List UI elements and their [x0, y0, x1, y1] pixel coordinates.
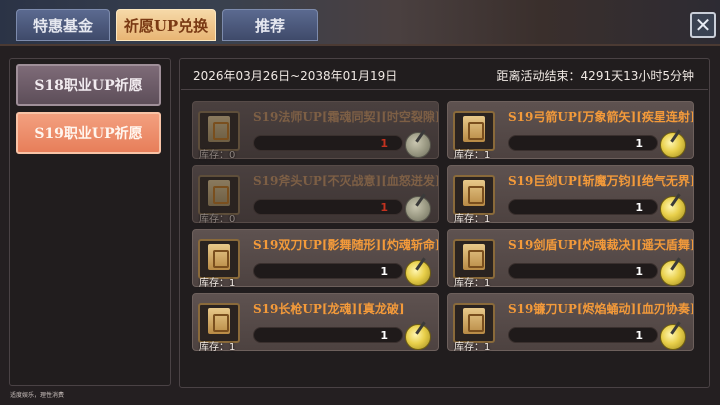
stock-count: 库存：1 — [454, 150, 491, 161]
stock-count: 库存：0 — [199, 214, 236, 225]
exchange-card: 库存：1 S19镰刀UP[烬焰蛹动][血刃协奏] 1 — [447, 293, 694, 353]
coin-exchange-icon[interactable] — [405, 324, 431, 350]
coin-exchange-icon[interactable] — [660, 260, 686, 286]
exchange-card: 库存：1 S19双刀UP[影舞随形][灼魂斩命] 1 — [192, 229, 439, 289]
cost-bar: 1 — [253, 199, 403, 215]
stock-count: 库存：1 — [199, 278, 236, 289]
sidebar-item-s18[interactable]: S18职业UP祈愿 — [16, 64, 161, 106]
cost-value: 1 — [635, 329, 643, 342]
event-info-bar: 2026年03月26日~2038年01月19日 距离活动结束：4291天13小时… — [181, 60, 708, 90]
exchange-card: 库存：1 S19剑盾UP[灼魂裁决][遥天盾舞] 1 — [447, 229, 694, 289]
cost-value: 1 — [380, 201, 388, 214]
stock-count: 库存：1 — [454, 278, 491, 289]
sidebar-item-s19[interactable]: S19职业UP祈愿 — [16, 112, 161, 154]
card-title: S19双刀UP[影舞随形][灼魂斩命] — [253, 238, 438, 252]
card-title: S19镰刀UP[烬焰蛹动][血刃协奏] — [508, 302, 693, 316]
cost-value: 1 — [380, 329, 388, 342]
scroll-item-icon[interactable] — [198, 239, 240, 279]
exchange-card: 库存：0 S19斧头UP[不灭战意][血怒迸发] 1 — [192, 165, 439, 225]
exchange-card: 库存：1 S19弓箭UP[万象箭矢][疾星连射] 1 — [447, 101, 694, 161]
coin-exchange-icon[interactable] — [660, 132, 686, 158]
card-title: S19巨剑UP[斩魔万钧][绝气无界] — [508, 174, 693, 188]
tab-recommend[interactable]: 推荐 — [222, 9, 318, 41]
cost-bar: 1 — [253, 327, 403, 343]
exchange-card: 库存：1 S19巨剑UP[斩魔万钧][绝气无界] 1 — [447, 165, 694, 225]
card-title: S19弓箭UP[万象箭矢][疾星连射] — [508, 110, 693, 124]
scroll-item-icon[interactable] — [198, 175, 240, 215]
sidebar — [9, 58, 171, 386]
cost-bar: 1 — [508, 327, 658, 343]
scroll-item-icon[interactable] — [453, 175, 495, 215]
cost-value: 1 — [635, 137, 643, 150]
cost-value: 1 — [635, 265, 643, 278]
scroll-item-icon[interactable] — [453, 303, 495, 343]
scroll-item-icon[interactable] — [453, 111, 495, 151]
event-countdown: 距离活动结束：4291天13小时5分钟 — [496, 69, 694, 83]
scroll-item-icon[interactable] — [198, 111, 240, 151]
card-title: S19长枪UP[龙魂][真龙破] — [253, 302, 405, 316]
exchange-card: 库存：1 S19长枪UP[龙魂][真龙破] 1 — [192, 293, 439, 353]
cost-bar: 1 — [508, 199, 658, 215]
coin-exchange-icon[interactable] — [660, 324, 686, 350]
scroll-item-icon[interactable] — [198, 303, 240, 343]
scroll-item-icon[interactable] — [453, 239, 495, 279]
stock-count: 库存：1 — [454, 342, 491, 353]
stock-count: 库存：1 — [454, 214, 491, 225]
tab-wish-up-exchange[interactable]: 祈愿UP兑换 — [116, 9, 216, 41]
cost-bar: 1 — [508, 135, 658, 151]
cost-bar: 1 — [253, 263, 403, 279]
stock-count: 库存：0 — [199, 150, 236, 161]
card-title: S19斧头UP[不灭战意][血怒迸发] — [253, 174, 438, 188]
exchange-card: 库存：0 S19法师UP[霜魂同契][时空裂隙] 1 — [192, 101, 439, 161]
cost-value: 1 — [380, 137, 388, 150]
close-icon[interactable]: ✕ — [690, 12, 716, 38]
coin-exchange-icon[interactable] — [660, 196, 686, 222]
health-notice: 适度娱乐，理性消费 — [10, 392, 65, 399]
stock-count: 库存：1 — [199, 342, 236, 353]
cost-bar: 1 — [253, 135, 403, 151]
cost-value: 1 — [635, 201, 643, 214]
tab-special-fund[interactable]: 特惠基金 — [16, 9, 110, 41]
card-title: S19剑盾UP[灼魂裁决][遥天盾舞] — [508, 238, 693, 252]
cost-value: 1 — [380, 265, 388, 278]
event-date-range: 2026年03月26日~2038年01月19日 — [193, 69, 398, 83]
coin-exchange-icon[interactable] — [405, 260, 431, 286]
coin-exchange-icon[interactable] — [405, 196, 431, 222]
card-title: S19法师UP[霜魂同契][时空裂隙] — [253, 110, 438, 124]
coin-exchange-icon[interactable] — [405, 132, 431, 158]
cost-bar: 1 — [508, 263, 658, 279]
